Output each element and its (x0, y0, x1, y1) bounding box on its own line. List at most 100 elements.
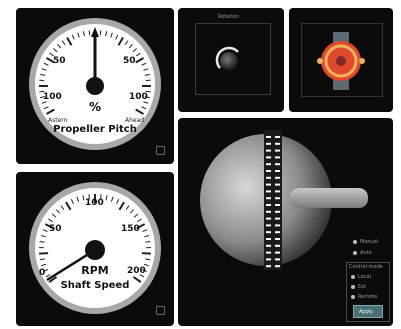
pitch-tick (115, 34, 119, 40)
option-a-label: Manual (360, 239, 379, 245)
mode-c-radio[interactable] (351, 295, 355, 299)
pitch-tick (143, 68, 149, 71)
rotation-knob[interactable] (220, 52, 238, 70)
rpm-settings-icon[interactable] (156, 306, 165, 315)
pitch-settings-icon[interactable] (156, 146, 165, 155)
pitch-unit: % (88, 100, 102, 114)
rpm-label-max: 200 (127, 266, 146, 276)
rpm-tick (70, 199, 74, 204)
rpm-tick (137, 218, 142, 223)
scale-mark (266, 251, 271, 254)
rpm-tick (125, 205, 130, 210)
scale-mark (275, 224, 280, 227)
pitch-tick (39, 79, 45, 82)
option-a-radio[interactable] (353, 240, 357, 244)
pitch-tick (41, 68, 47, 71)
apply-button[interactable]: Apply (353, 305, 383, 318)
pitch-tick (43, 106, 49, 110)
scale-mark (266, 170, 271, 172)
rpm-tick (142, 229, 148, 232)
pitch-tick (82, 31, 85, 37)
mode-b-radio[interactable] (351, 285, 355, 289)
scale-mark (266, 258, 271, 261)
scale-mark (266, 149, 271, 152)
rpm-label-left: 50 (49, 224, 62, 234)
rpm-tick (129, 209, 135, 214)
rpm-label-top: 100 (85, 198, 104, 208)
scale-mark (266, 142, 271, 145)
rpm-tick (55, 209, 61, 214)
scale-mark (275, 163, 280, 166)
scale-mark (266, 231, 271, 234)
rpm-tick (105, 195, 108, 201)
rpm-tick (42, 229, 48, 232)
pitch-tick (132, 48, 137, 53)
pitch-tick (40, 73, 46, 76)
rpm-label-right: 150 (121, 224, 140, 234)
pitch-tick (135, 52, 141, 57)
scale-mark (266, 197, 271, 200)
pitch-tick (46, 108, 55, 115)
pitch-left-label: Astern (48, 117, 68, 124)
mode-b-label: Ext (358, 284, 367, 290)
scale-mark (266, 238, 271, 240)
pitch-tick (141, 106, 147, 110)
rpm-tick (110, 196, 114, 202)
rpm-tick (141, 252, 151, 255)
pitch-tick (57, 44, 62, 49)
rpm-tick (60, 205, 65, 210)
rotation-knob-panel: Rotation (178, 8, 284, 112)
rpm-tick (39, 252, 49, 255)
rpm-needle-hub (85, 240, 105, 260)
color-gauge-right-lug (359, 58, 365, 64)
pitch-tick (110, 32, 113, 38)
pitch-title: Propeller Pitch (53, 124, 137, 135)
pitch-needle-hub (86, 77, 104, 95)
pitch-label-left-top: 50 (53, 56, 66, 66)
color-gauge-svg (317, 32, 365, 90)
scale-mark (275, 149, 280, 152)
rpm-tick (144, 235, 150, 238)
control-mode-group: Control mode Local Ext Remote Apply (346, 262, 390, 322)
rpm-gauge-face: 100 50 150 0 200 RPM Shaft Speed (35, 188, 155, 308)
scale-mark (275, 231, 280, 234)
rpm-title: Shaft Speed (60, 280, 130, 291)
scale-mark (266, 183, 271, 186)
pitch-gauge-panel: 50 50 100 100 % Astern Ahead Propeller P… (16, 8, 174, 164)
rpm-tick (145, 240, 151, 243)
control-handle[interactable] (290, 188, 368, 208)
rpm-tick (116, 199, 120, 204)
rpm-tick (45, 274, 51, 278)
option-b-radio[interactable] (353, 251, 357, 255)
rpm-unit: RPM (81, 264, 109, 277)
rpm-tick (65, 201, 72, 211)
scale-mark (275, 238, 280, 240)
pitch-tick (145, 79, 151, 82)
scale-mark (266, 176, 271, 179)
scale-mark (266, 156, 271, 159)
rpm-tick (39, 240, 45, 243)
pitch-tick (99, 30, 102, 36)
pitch-tick (66, 37, 73, 46)
pitch-tick (71, 34, 75, 40)
scale-mark (275, 170, 280, 172)
pitch-tick (77, 32, 80, 38)
rpm-label-zero: 0 (39, 268, 46, 278)
scale-mark (275, 136, 280, 138)
rpm-tick (48, 218, 53, 223)
pitch-tick (141, 62, 147, 66)
pitch-tick (105, 31, 108, 37)
scale-mark (275, 183, 280, 186)
scale-mark (275, 190, 280, 193)
option-b-label: Auto (360, 250, 372, 256)
pitch-label-right-bottom: 100 (129, 92, 148, 102)
color-gauge-panel (289, 8, 393, 112)
mode-a-radio[interactable] (351, 275, 355, 279)
pitch-tick (144, 73, 150, 76)
scale-mark (266, 265, 271, 268)
control-mode-title: Control mode (349, 264, 383, 270)
pitch-gauge-face: 50 50 100 100 % Astern Ahead Propeller P… (35, 24, 155, 144)
pitch-gauge-bezel: 50 50 100 100 % Astern Ahead Propeller P… (29, 18, 161, 150)
pitch-tick (117, 37, 124, 46)
pitch-tick (43, 62, 49, 66)
